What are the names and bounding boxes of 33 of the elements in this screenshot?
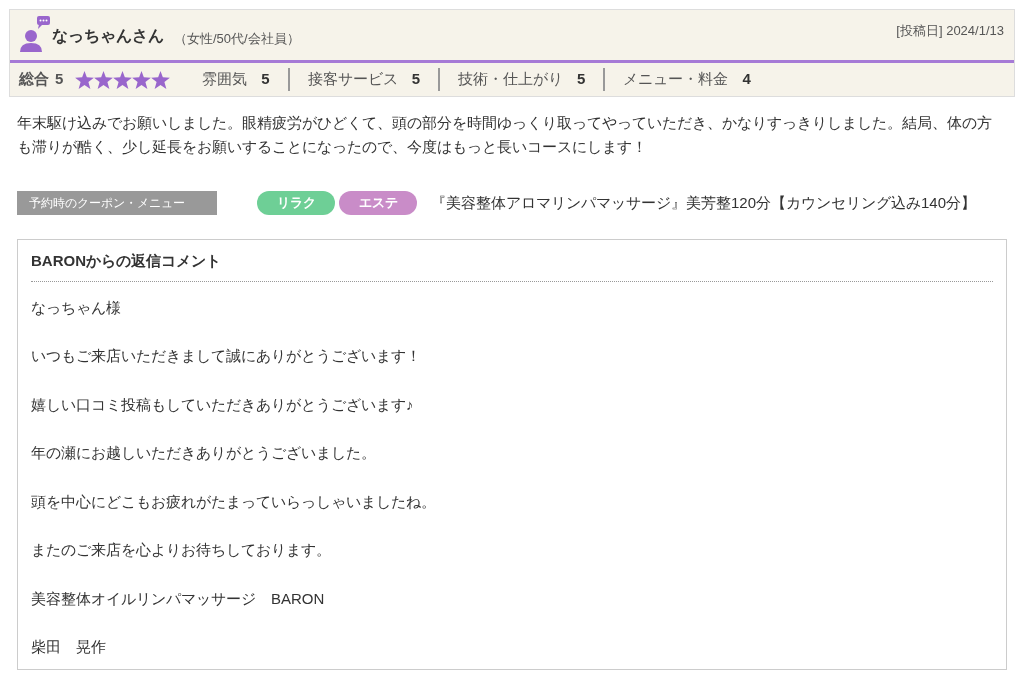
post-date: [投稿日] 2024/1/13: [896, 21, 1004, 40]
star-icon: [132, 70, 152, 89]
reply-title: BARONからの返信コメント: [31, 250, 993, 282]
star-icon: [94, 70, 114, 89]
reply-paragraph: 嬉しい口コミ投稿もしていただきありがとうございます♪: [31, 394, 415, 415]
reviewer-name: なっちゃんさん: [52, 26, 164, 47]
reply-paragraph: 年の瀬にお越しいただきありがとうございました。: [31, 443, 377, 463]
star-icon: [151, 70, 171, 89]
reviewer-profile: （女性/50代/会社員）: [174, 29, 300, 48]
reply-paragraph: 柴田 晃作: [31, 637, 107, 657]
rating-label: 接客サービス: [307, 69, 398, 90]
rating-score: 5: [261, 69, 270, 90]
category-tag: リラク: [257, 191, 335, 215]
coupon-menu: 『美容整体アロマリンパマッサージ』美芳整120分【カウンセリング込み140分】: [431, 191, 986, 215]
category-tag: エステ: [339, 191, 417, 215]
rating-label: 雰囲気: [202, 69, 248, 90]
user-speech-bubble-icon: [20, 16, 50, 52]
reply-paragraph: なっちゃん様: [31, 297, 122, 318]
review-comment: 年末駆け込みでお願いしました。眼精疲労がひどくて、頭の部分を時間ゆっくり取ってやっていただき、かなりすっきりしました。結局、体の方も滞りが酷く、少し延長をお願いすることになったので、今度はもっと長いコースにします！: [16, 113, 993, 157]
reply-paragraph: 美容整体オイルリンパマッサージ BARON: [31, 588, 326, 609]
star-icon: [113, 70, 133, 89]
star-icon: [75, 70, 95, 89]
overall-label: 総合: [19, 69, 49, 90]
rating-label: メニュー・料金: [623, 69, 729, 90]
rating-score: 4: [742, 69, 751, 90]
coupon-label: 予約時のクーポン・メニュー: [17, 191, 217, 215]
rating-score: 5: [577, 69, 586, 90]
reply-paragraph: 頭を中心にどこもお疲れがたまっていらっしゃいましたね。: [31, 491, 437, 512]
rating-score: 5: [411, 69, 421, 90]
reply-paragraph: いつもご来店いただきまして誠にありがとうございます！: [31, 346, 422, 366]
reply-paragraph: またのご来店を心よりお待ちしております。: [31, 540, 332, 560]
rating-label: 技術・仕上がり: [458, 69, 564, 90]
overall-score: 5: [55, 69, 64, 90]
